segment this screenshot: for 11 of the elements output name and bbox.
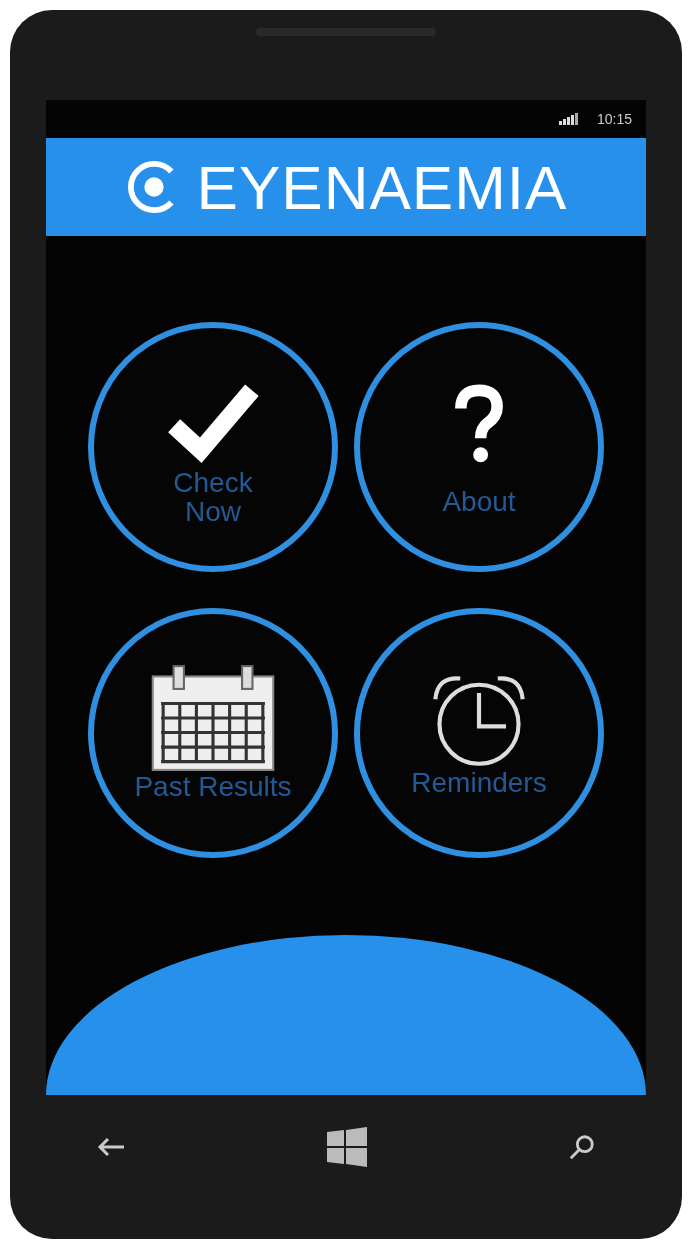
windows-logo-icon[interactable] [327,1127,367,1167]
menu-tile[interactable]: Check Now [88,322,338,572]
menu-tile[interactable]: Reminders [354,608,604,858]
app-title: EYENAEMIA [196,151,568,223]
search-icon[interactable] [568,1133,596,1161]
status-time: 10:15 [596,111,632,127]
calendar-icon [150,664,276,773]
signal-icon [558,113,579,125]
menu-tile[interactable]: Past Results [88,608,338,858]
menu-tile[interactable]: About [354,322,604,572]
back-icon[interactable] [96,1135,126,1159]
